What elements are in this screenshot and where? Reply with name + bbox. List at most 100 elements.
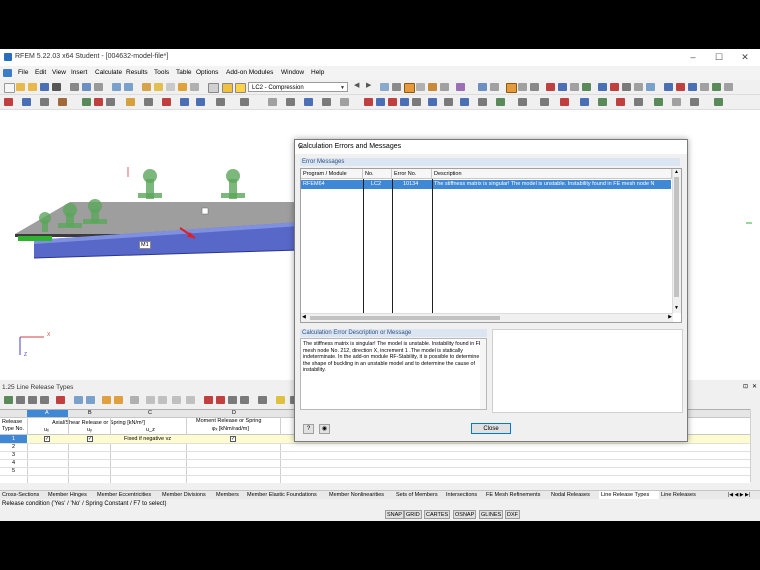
tool-icon-6[interactable] xyxy=(94,98,103,106)
tool-icon-30[interactable] xyxy=(518,98,527,106)
tool-icon-37[interactable] xyxy=(654,98,663,106)
view-icon-16[interactable] xyxy=(598,83,607,91)
panel-tool-icon[interactable] xyxy=(16,396,25,404)
osnap-button[interactable]: OSNAP xyxy=(453,510,477,519)
table-vertical-scrollbar[interactable] xyxy=(750,409,760,482)
view-icon-8[interactable] xyxy=(490,83,499,91)
tool-icon-20[interactable] xyxy=(364,98,373,106)
menu-view[interactable]: View xyxy=(52,69,66,76)
view-icon-25[interactable] xyxy=(724,83,733,91)
menu-window[interactable]: Window xyxy=(281,69,304,76)
view-icon-9[interactable] xyxy=(506,83,517,93)
menu-edit[interactable]: Edit xyxy=(35,69,46,76)
tool-icon-3[interactable] xyxy=(40,98,49,106)
tool-icon-11[interactable] xyxy=(180,98,189,106)
view-icon-4[interactable] xyxy=(428,83,437,91)
uz-value[interactable]: Fixed if negative vz xyxy=(124,436,171,442)
tab-nodal-releases[interactable]: Nodal Releases xyxy=(551,492,590,498)
menu-table[interactable]: Table xyxy=(176,69,192,76)
checkbox-ux[interactable]: ✓ xyxy=(44,436,50,442)
cartes-button[interactable]: CARTES xyxy=(424,510,451,519)
load-case-select[interactable]: LC2 - Compression ▼ xyxy=(248,82,348,92)
undo-icon[interactable] xyxy=(112,83,121,91)
scroll-right-icon[interactable]: ▶ xyxy=(668,314,672,320)
panel-tool-icon[interactable] xyxy=(216,396,225,404)
view-icon-18[interactable] xyxy=(634,83,643,91)
table-row[interactable]: RFEM64 LC2 10134 The stiffness matrix is… xyxy=(301,180,671,189)
view-icon-20[interactable] xyxy=(664,83,673,91)
menu-results[interactable]: Results xyxy=(126,69,148,76)
panel-tool-icon[interactable] xyxy=(74,396,83,404)
description-scrollbar[interactable] xyxy=(480,339,486,409)
tab-intersections[interactable]: Intersections xyxy=(446,492,477,498)
redo-icon[interactable] xyxy=(124,83,133,91)
tool-icon-26[interactable] xyxy=(444,98,453,106)
menu-insert[interactable]: Insert xyxy=(71,69,87,76)
calculate-icon[interactable] xyxy=(154,83,163,91)
tool-icon-7[interactable] xyxy=(106,98,115,106)
view-icon-17[interactable] xyxy=(622,83,631,91)
help-icon[interactable]: ? xyxy=(303,424,314,434)
panel-tool-icon[interactable] xyxy=(4,396,13,404)
table-icon[interactable] xyxy=(190,83,199,91)
panel-tool-icon[interactable] xyxy=(228,396,237,404)
panel-tool-icon[interactable] xyxy=(40,396,49,404)
load-case-active-icon[interactable] xyxy=(235,83,246,93)
panel-pin-icon[interactable]: ⊡ xyxy=(743,383,748,390)
panel-tool-icon[interactable] xyxy=(114,396,123,404)
menu-file[interactable]: File xyxy=(18,69,28,76)
view-icon-3[interactable] xyxy=(416,83,425,91)
open-folder-icon[interactable] xyxy=(16,83,25,91)
tool-icon-4[interactable] xyxy=(58,98,67,106)
panel-tool-icon[interactable] xyxy=(240,396,249,404)
save-icon[interactable] xyxy=(40,83,49,91)
view-icon-13[interactable] xyxy=(558,83,567,91)
tool-icon-17[interactable] xyxy=(304,98,313,106)
panel-tool-icon[interactable] xyxy=(276,396,285,404)
load-case-icon[interactable] xyxy=(222,83,233,93)
scroll-down-icon[interactable]: ▼ xyxy=(674,305,679,311)
close-window-button[interactable]: ✕ xyxy=(738,51,752,63)
tool-icon-34[interactable] xyxy=(598,98,607,106)
tool-icon-23[interactable] xyxy=(400,98,409,106)
tool-icon-19[interactable] xyxy=(340,98,349,106)
scroll-thumb[interactable] xyxy=(674,177,679,297)
tab-sets-of-members[interactable]: Sets of Members xyxy=(396,492,438,498)
col-program-module[interactable]: Program / Module xyxy=(301,169,363,179)
copy-icon[interactable] xyxy=(94,83,103,91)
tab-fe-mesh-refinements[interactable]: FE Mesh Refinements xyxy=(486,492,540,498)
show-values-icon[interactable] xyxy=(404,83,415,93)
tool-icon-16[interactable] xyxy=(286,98,295,106)
tool-icon-40[interactable] xyxy=(714,98,723,106)
panel-tool-icon[interactable] xyxy=(258,396,267,404)
tool-icon-22[interactable] xyxy=(388,98,397,106)
view-icon-15[interactable] xyxy=(582,83,591,91)
calculate-all-icon[interactable] xyxy=(142,83,151,91)
glines-button[interactable]: GLINES xyxy=(479,510,504,519)
tool-icon-5[interactable] xyxy=(82,98,91,106)
app-menu-icon[interactable] xyxy=(3,69,12,77)
tool-icon-27[interactable] xyxy=(460,98,469,106)
scroll-thumb[interactable] xyxy=(310,316,500,320)
results-icon[interactable] xyxy=(166,83,175,91)
view-icon-7[interactable] xyxy=(478,83,487,91)
menu-help[interactable]: Help xyxy=(311,69,324,76)
tool-icon-33[interactable] xyxy=(580,98,589,106)
panel-close-icon[interactable]: ✕ xyxy=(752,383,757,390)
tab-line-release-types[interactable]: Line Release Types xyxy=(601,492,649,498)
tool-icon-32[interactable] xyxy=(560,98,569,106)
tool-icon-25[interactable] xyxy=(428,98,437,106)
dialog-close-icon[interactable]: ✕ xyxy=(298,143,681,151)
new-file-icon[interactable] xyxy=(4,83,15,93)
col-description[interactable]: Description xyxy=(432,169,672,179)
view-icon-23[interactable] xyxy=(700,83,709,91)
tool-icon-18[interactable] xyxy=(322,98,331,106)
tool-icon-12[interactable] xyxy=(196,98,205,106)
checkbox-phix[interactable]: ✓ xyxy=(230,436,236,442)
view-icon-11[interactable] xyxy=(530,83,539,91)
dxf-button[interactable]: DXF xyxy=(505,510,520,519)
view-icon-2[interactable] xyxy=(392,83,401,91)
tool-icon-31[interactable] xyxy=(540,98,549,106)
tool-icon-28[interactable] xyxy=(478,98,487,106)
panel-tool-icon[interactable] xyxy=(102,396,111,404)
